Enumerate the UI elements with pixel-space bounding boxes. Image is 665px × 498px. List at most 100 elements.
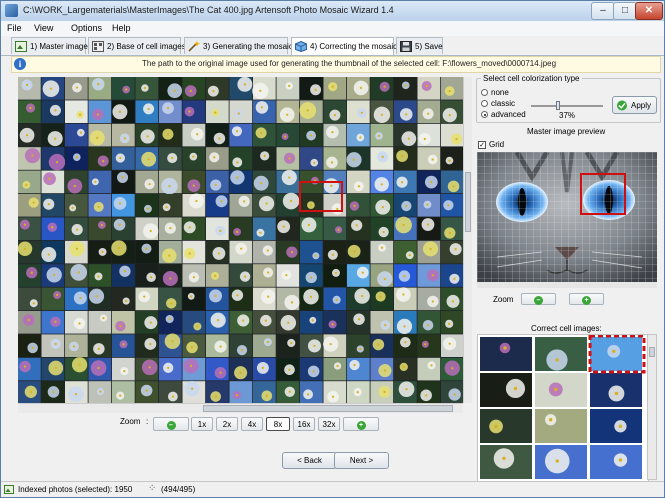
mosaic-cell[interactable] [18, 264, 41, 287]
mosaic-cell[interactable] [41, 287, 65, 311]
preview-zoom-in-button[interactable]: + [569, 293, 604, 305]
mosaic-cell[interactable] [347, 311, 370, 334]
mosaic-cell[interactable] [18, 240, 41, 264]
mosaic-cell[interactable] [253, 123, 276, 147]
mosaic-cell[interactable] [159, 381, 182, 403]
mosaic-cell[interactable] [112, 100, 135, 123]
mosaic-cell[interactable] [206, 170, 229, 194]
mosaic-cell[interactable] [394, 123, 417, 147]
zoom-4x-button[interactable]: 4x [241, 417, 263, 431]
mosaic-cell[interactable] [276, 264, 300, 287]
mosaic-cell[interactable] [441, 357, 463, 381]
mosaic-cell[interactable] [347, 123, 370, 147]
zoom-16x-button[interactable]: 16x [293, 417, 315, 431]
mosaic-cell[interactable] [347, 287, 370, 311]
back-button[interactable]: < Back [282, 452, 337, 469]
minimize-button[interactable]: – [591, 2, 615, 20]
mosaic-cell[interactable] [323, 357, 347, 381]
mosaic-cell[interactable] [276, 287, 300, 311]
mosaic-cell[interactable] [41, 100, 65, 123]
mosaic-cell[interactable] [65, 217, 88, 240]
cell-candidate-thumbnail[interactable] [535, 409, 587, 443]
colorization-slider-track[interactable] [531, 105, 603, 107]
mosaic-cell[interactable] [347, 100, 370, 123]
mosaic-canvas[interactable] [18, 77, 463, 403]
cell-candidate-thumbnail[interactable] [590, 445, 642, 479]
tab-master-image[interactable]: 1) Master image [11, 37, 88, 54]
mosaic-cell[interactable] [41, 334, 65, 357]
mosaic-cell[interactable] [88, 123, 112, 147]
mosaic-cell[interactable] [206, 334, 229, 357]
tab-save[interactable]: 5) Save [396, 37, 443, 54]
mosaic-cell[interactable] [65, 240, 88, 264]
mosaic-cell[interactable] [65, 311, 88, 334]
mosaic-cell[interactable] [206, 123, 229, 147]
mosaic-cell[interactable] [441, 287, 463, 311]
mosaic-cell[interactable] [253, 311, 276, 334]
cell-candidate-thumbnail[interactable] [535, 373, 587, 407]
mosaic-cell[interactable] [159, 240, 182, 264]
mosaic-cell[interactable] [276, 334, 300, 357]
mosaic-cell[interactable] [394, 216, 417, 240]
mosaic-cell[interactable] [135, 170, 159, 194]
mosaic-cell[interactable] [347, 381, 370, 403]
mosaic-cell[interactable] [417, 77, 441, 100]
mosaic-cell[interactable] [323, 334, 347, 357]
mosaic-cell[interactable] [276, 381, 300, 403]
mosaic-cell[interactable] [88, 287, 112, 311]
mosaic-cell[interactable] [370, 170, 394, 194]
mosaic-cell[interactable] [112, 170, 135, 194]
mosaic-cell[interactable] [229, 217, 253, 240]
mosaic-cell[interactable] [394, 170, 417, 194]
cells-scrollbar[interactable] [647, 334, 657, 480]
mosaic-cell[interactable] [135, 264, 159, 287]
mosaic-cell[interactable] [229, 287, 253, 311]
mosaic-cell[interactable] [441, 264, 463, 287]
zoom-2x-button[interactable]: 2x [216, 417, 238, 431]
mosaic-cell[interactable] [417, 264, 441, 287]
mosaic-cell[interactable] [112, 123, 135, 147]
mosaic-cell[interactable] [159, 287, 182, 311]
mosaic-cell[interactable] [159, 357, 182, 381]
mosaic-cell[interactable] [182, 217, 206, 240]
menu-options[interactable]: Options [71, 23, 102, 33]
mosaic-cell[interactable] [159, 170, 182, 195]
mosaic-cell[interactable] [323, 77, 347, 100]
mosaic-cell[interactable] [41, 264, 65, 287]
mosaic-cell[interactable] [252, 77, 276, 100]
mosaic-cell[interactable] [229, 381, 253, 403]
mosaic-cell[interactable] [394, 381, 417, 403]
cell-candidate-thumbnail[interactable] [590, 337, 642, 371]
preview-zoom-out-button[interactable]: – [521, 293, 556, 305]
mosaic-cell[interactable] [253, 170, 276, 194]
radio-none[interactable] [481, 89, 488, 96]
mosaic-cell[interactable] [253, 147, 276, 170]
mosaic-cell[interactable] [182, 381, 206, 403]
mosaic-cell[interactable] [41, 217, 65, 240]
mosaic-cell[interactable] [182, 100, 206, 123]
mosaic-cell[interactable] [112, 357, 135, 381]
mosaic-cell[interactable] [18, 381, 41, 403]
cell-candidate-thumbnail[interactable] [590, 409, 642, 443]
mosaic-cell[interactable] [370, 147, 394, 170]
mosaic-cell[interactable] [253, 240, 276, 264]
mosaic-cell[interactable] [300, 311, 323, 334]
mosaic-cell[interactable] [18, 287, 41, 311]
mosaic-cell[interactable] [394, 77, 417, 100]
mosaic-cell[interactable] [300, 147, 323, 170]
mosaic-cell[interactable] [206, 147, 229, 170]
cell-candidate-thumbnail[interactable] [480, 373, 532, 407]
mosaic-cell[interactable] [370, 334, 394, 357]
mosaic-cell[interactable] [300, 334, 323, 357]
mosaic-cell[interactable] [441, 217, 463, 240]
maximize-button[interactable]: □ [613, 2, 637, 20]
mosaic-cell[interactable] [41, 77, 65, 100]
mosaic-cell[interactable] [300, 381, 323, 403]
mosaic-cell[interactable] [441, 77, 463, 100]
mosaic-cell[interactable] [182, 240, 206, 264]
mosaic-cell[interactable] [229, 147, 253, 170]
mosaic-cell[interactable] [441, 194, 463, 217]
mosaic-cell[interactable] [276, 100, 300, 123]
mosaic-cell[interactable] [88, 334, 112, 357]
mosaic-cell[interactable] [394, 357, 417, 381]
